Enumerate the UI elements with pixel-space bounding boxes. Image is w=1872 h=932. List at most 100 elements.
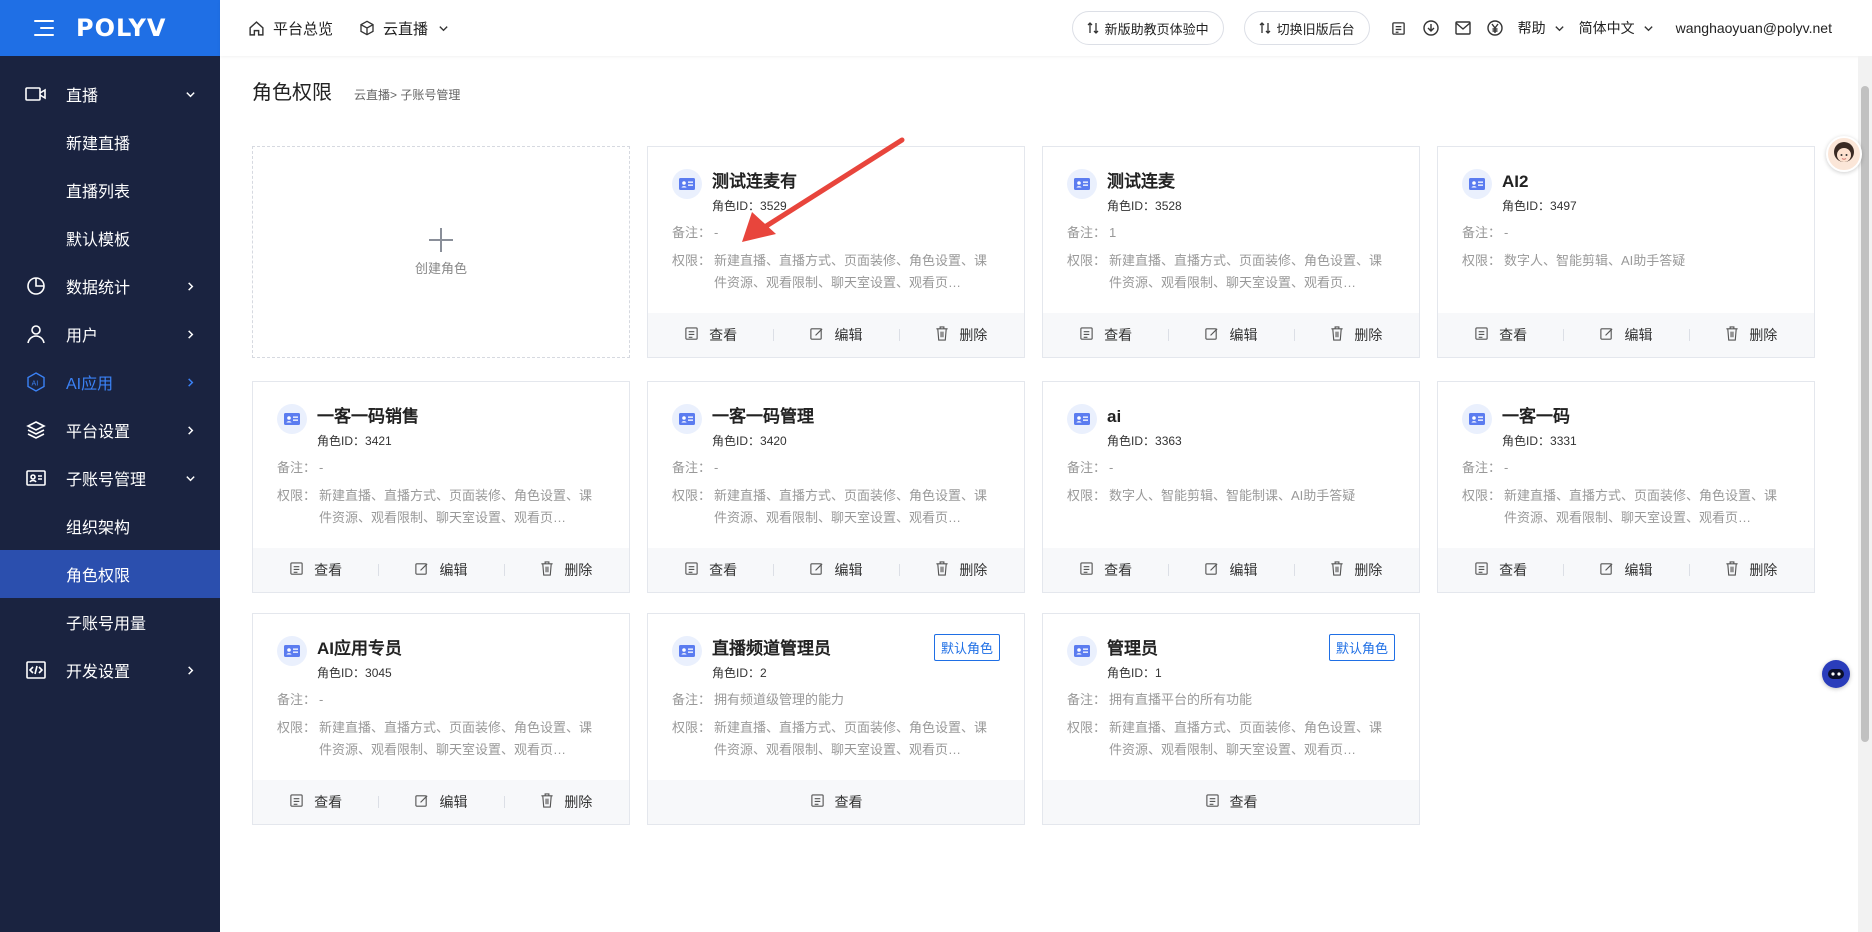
chatbot-icon[interactable]	[1822, 660, 1850, 688]
note-value: -	[1504, 460, 1509, 475]
view-button[interactable]: 查看	[1043, 560, 1168, 580]
note-value: 拥有直播平台的所有功能	[1109, 692, 1253, 707]
delete-button[interactable]: 删除	[898, 325, 1024, 345]
mail-icon[interactable]	[1454, 19, 1472, 37]
edit-label: 编辑	[439, 562, 468, 578]
language-menu[interactable]: 简体中文	[1579, 18, 1654, 38]
sidebar-item[interactable]: 用户	[0, 310, 220, 358]
view-button[interactable]: 查看	[648, 792, 1024, 812]
view-button[interactable]: 查看	[253, 792, 378, 812]
role-name: 管理员	[1107, 639, 1158, 658]
help-menu[interactable]: 帮助	[1518, 18, 1565, 38]
sidebar-item[interactable]: 平台设置	[0, 406, 220, 454]
delete-button[interactable]: 删除	[1293, 325, 1419, 345]
download-icon[interactable]	[1422, 19, 1440, 37]
currency-icon[interactable]	[1486, 19, 1504, 37]
edit-button[interactable]: 编辑	[773, 325, 898, 345]
sidebar-item[interactable]: 子账号用量	[0, 598, 220, 646]
old-console-button[interactable]: 切换旧版后台	[1243, 11, 1370, 45]
role-card-header: 一客一码管理 角色ID：3420	[672, 404, 1000, 449]
role-id-value: 3420	[760, 434, 787, 448]
home-icon	[249, 20, 264, 36]
delete-button[interactable]: 删除	[1688, 560, 1814, 580]
view-label: 查看	[314, 794, 343, 810]
document-icon[interactable]	[1390, 19, 1408, 37]
view-button[interactable]: 查看	[648, 560, 773, 580]
role-id-value: 3528	[1155, 199, 1182, 213]
role-icon	[1462, 169, 1492, 199]
sidebar-item[interactable]: AI AI应用	[0, 358, 220, 406]
sidebar-item[interactable]: 组织架构	[0, 502, 220, 550]
role-permissions: 权限： 新建直播、直播方式、页面装修、角色设置、课件资源、观看限制、聊天室设置、观…	[672, 717, 1000, 761]
sidebar-item-label: 开发设置	[66, 664, 131, 681]
default-role-badge: 默认角色	[933, 634, 1000, 661]
role-card: 一客一码销售 角色ID：3421 备注： - 权限： 新建直播、直播方式、页面装修、角色设…	[252, 381, 630, 593]
menu-toggle-icon[interactable]	[34, 20, 54, 36]
assistant-avatar[interactable]	[1826, 136, 1862, 172]
sidebar-item-label: 子账号管理	[66, 472, 147, 489]
view-label: 查看	[834, 794, 863, 810]
trash-icon	[1330, 326, 1354, 344]
chevron-down-icon	[1643, 25, 1653, 31]
edit-icon	[1204, 561, 1229, 579]
role-title-block: 一客一码销售 角色ID：3421	[317, 404, 419, 449]
view-label: 查看	[709, 327, 738, 343]
role-card-body: 测试连麦 角色ID：3528 备注： 1 权限： 新建直播、直播方式、页面装修、角色设置、…	[1043, 147, 1419, 313]
view-button[interactable]: 查看	[1043, 792, 1419, 812]
view-icon	[684, 326, 709, 344]
role-id-prefix: 角色ID：	[712, 666, 761, 680]
sidebar-item[interactable]: 默认模板	[0, 214, 220, 262]
sidebar-item[interactable]: 直播	[0, 70, 220, 118]
sidebar-item[interactable]: 新建直播	[0, 118, 220, 166]
view-button[interactable]: 查看	[253, 560, 378, 580]
sidebar-item[interactable]: 角色权限	[0, 550, 220, 598]
sidebar-item[interactable]: 数据统计	[0, 262, 220, 310]
edit-button[interactable]: 编辑	[1168, 560, 1293, 580]
role-note: 备注： -	[1067, 457, 1395, 479]
delete-button[interactable]: 删除	[503, 792, 629, 812]
create-role-card[interactable]: 创建角色	[252, 146, 630, 358]
sidebar-item-label: 新建直播	[66, 136, 131, 153]
id-card-icon	[24, 466, 48, 490]
perm-value: 新建直播、直播方式、页面装修、角色设置、课件资源、观看限制、聊天室设置、观看页…	[714, 253, 988, 290]
sidebar-item[interactable]: 开发设置	[0, 646, 220, 694]
sidebar-item[interactable]: 直播列表	[0, 166, 220, 214]
view-label: 查看	[1104, 327, 1133, 343]
delete-label: 删除	[1354, 327, 1383, 343]
note-key: 备注：	[1462, 460, 1502, 475]
role-id-value: 2	[760, 666, 767, 680]
product-switcher[interactable]: 云直播	[359, 18, 449, 39]
sidebar-item-label: 直播	[66, 88, 99, 105]
delete-button[interactable]: 删除	[898, 560, 1024, 580]
sidebar-nav: 直播新建直播直播列表 默认模板 数据统计 用户 AI AI应用 平台设置子账号管理组织架构角…	[0, 56, 220, 694]
view-button[interactable]: 查看	[1043, 325, 1168, 345]
scrollbar[interactable]	[1858, 56, 1872, 932]
view-button[interactable]: 查看	[648, 325, 773, 345]
delete-button[interactable]: 删除	[1293, 560, 1419, 580]
edit-button[interactable]: 编辑	[1563, 325, 1688, 345]
user-account[interactable]: wanghaoyuan@polyv.net	[1676, 20, 1832, 36]
chevron-right-icon	[184, 280, 196, 292]
overview-link[interactable]: 平台总览	[248, 18, 333, 39]
edit-button[interactable]: 编辑	[773, 560, 898, 580]
view-button[interactable]: 查看	[1438, 325, 1563, 345]
edit-button[interactable]: 编辑	[1168, 325, 1293, 345]
scrollbar-thumb[interactable]	[1861, 86, 1869, 742]
role-id: 角色ID：3421	[317, 432, 419, 449]
delete-button[interactable]: 删除	[503, 560, 629, 580]
breadcrumb[interactable]: 云直播> 子账号管理	[354, 86, 460, 103]
delete-label: 删除	[564, 794, 593, 810]
logo[interactable]: POLYV	[76, 14, 167, 42]
delete-button[interactable]: 删除	[1688, 325, 1814, 345]
view-button[interactable]: 查看	[1438, 560, 1563, 580]
new-page-trial-button[interactable]: 新版助教页体验中	[1071, 11, 1224, 45]
note-key: 备注：	[1067, 692, 1107, 707]
note-key: 备注：	[277, 692, 317, 707]
perm-key: 权限：	[672, 488, 712, 503]
delete-label: 删除	[564, 562, 593, 578]
edit-label: 编辑	[1229, 562, 1258, 578]
edit-button[interactable]: 编辑	[378, 560, 503, 580]
edit-button[interactable]: 编辑	[378, 792, 503, 812]
edit-button[interactable]: 编辑	[1563, 560, 1688, 580]
sidebar-item[interactable]: 子账号管理	[0, 454, 220, 502]
